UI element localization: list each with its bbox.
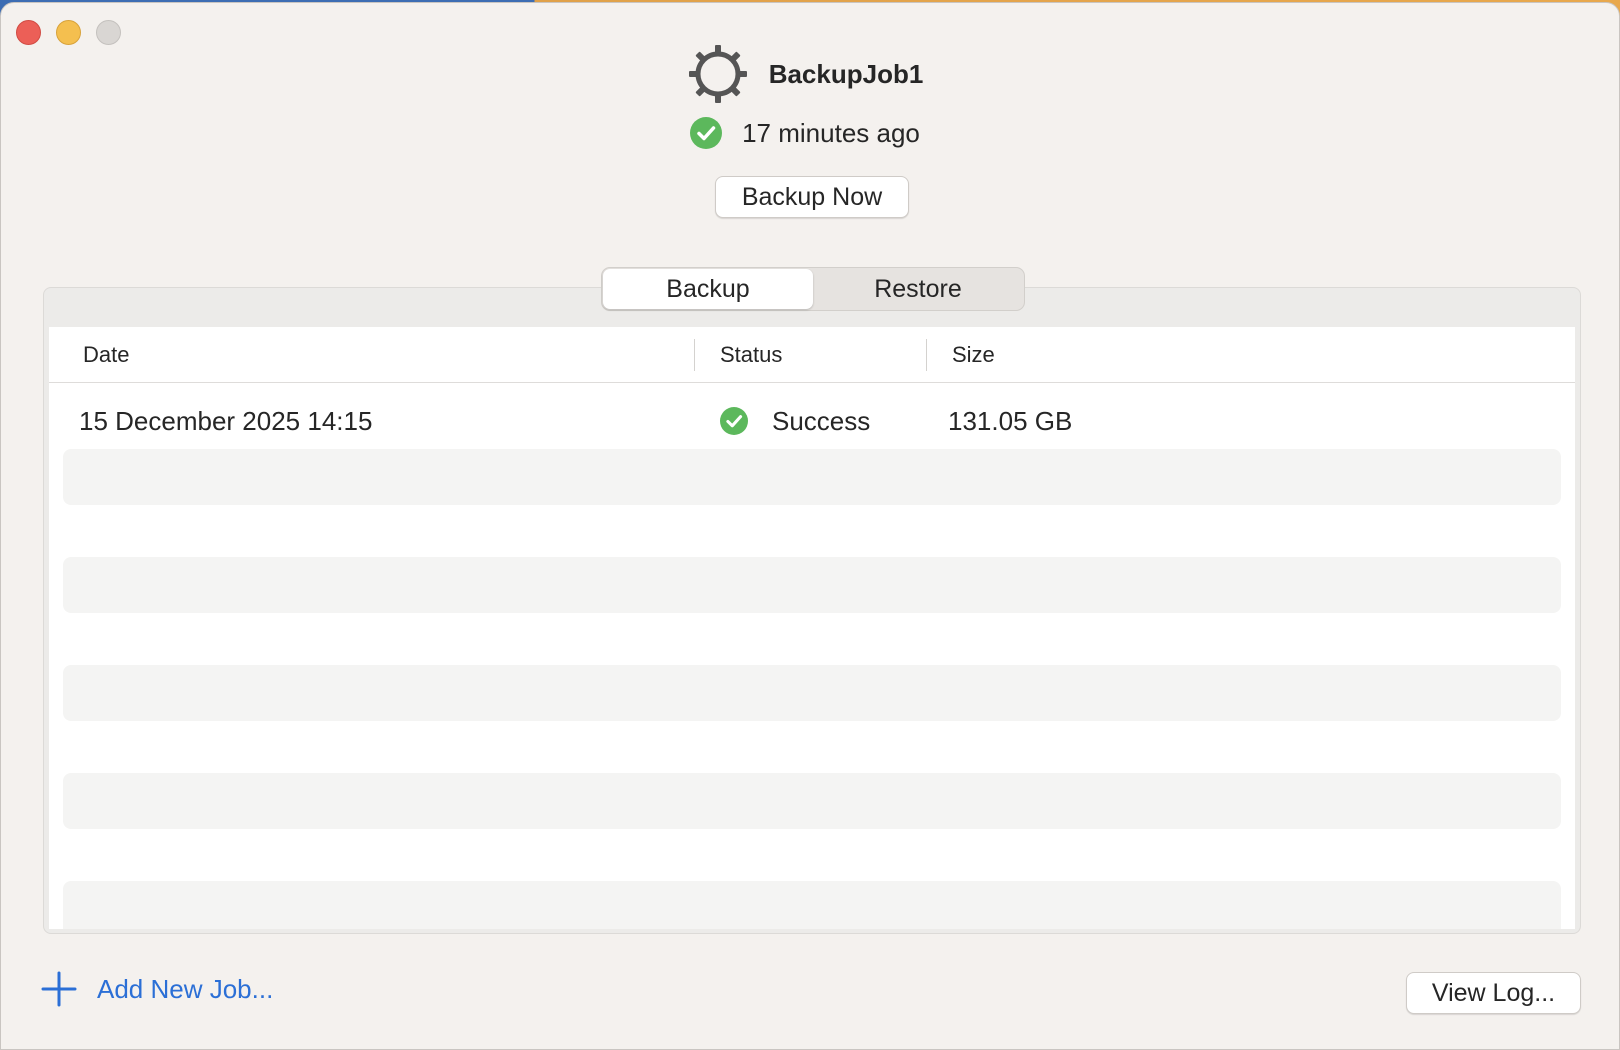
check-circle-icon <box>720 407 748 435</box>
job-header: BackupJob1 <box>1 43 1619 105</box>
backup-now-button[interactable]: Backup Now <box>715 176 909 218</box>
tab-backup[interactable]: Backup <box>603 269 813 309</box>
column-divider[interactable] <box>694 339 695 371</box>
gear-icon <box>688 45 747 103</box>
column-header-date[interactable]: Date <box>83 327 129 383</box>
last-run-text: 17 minutes ago <box>742 117 920 148</box>
column-header-status[interactable]: Status <box>720 327 782 383</box>
row-size: 131.05 GB <box>948 405 1073 436</box>
job-name: BackupJob1 <box>768 58 924 89</box>
empty-row <box>63 449 1561 505</box>
zoom-window-button[interactable] <box>96 20 121 45</box>
backup-restore-tabs: Backup Restore <box>601 267 1025 311</box>
row-date: 15 December 2025 14:15 <box>79 405 373 436</box>
close-window-button[interactable] <box>16 20 41 45</box>
last-run-status: 17 minutes ago <box>1 117 1619 149</box>
tab-restore[interactable]: Restore <box>813 269 1023 309</box>
row-status: Success <box>772 405 871 436</box>
app-window: BackupJob1 17 minutes ago Backup Now Bac… <box>0 2 1620 1050</box>
window-controls <box>16 20 121 45</box>
plus-icon <box>41 971 77 1007</box>
check-circle-icon <box>690 117 723 149</box>
table-header: Date Status Size <box>49 327 1575 383</box>
minimize-window-button[interactable] <box>56 20 81 45</box>
row-status-icon-wrap <box>720 393 748 449</box>
column-divider[interactable] <box>926 339 927 371</box>
empty-row <box>63 881 1561 929</box>
empty-row <box>63 557 1561 613</box>
empty-row <box>63 773 1561 829</box>
add-new-job-button[interactable]: Add New Job... <box>41 971 273 1007</box>
column-header-size[interactable]: Size <box>952 327 995 383</box>
empty-row <box>63 665 1561 721</box>
backup-history-table: Date Status Size 15 December 2025 14:15 … <box>49 327 1575 929</box>
table-row[interactable]: 15 December 2025 14:15 Success 131.05 GB <box>49 393 1575 449</box>
view-log-button[interactable]: View Log... <box>1406 972 1581 1014</box>
add-new-job-label: Add New Job... <box>97 973 274 1004</box>
